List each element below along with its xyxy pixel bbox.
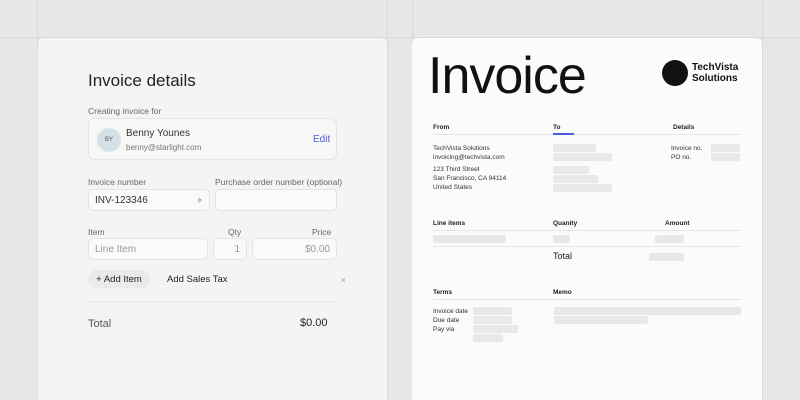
add-item-button[interactable]: + Add Item — [88, 270, 150, 288]
add-sales-tax-button[interactable]: Add Sales Tax — [167, 274, 228, 285]
placeholder-bar — [433, 235, 506, 243]
placeholder-bar — [711, 153, 740, 161]
details-heading: Details — [673, 124, 695, 131]
quantity-heading: Quanity — [553, 220, 578, 227]
divider — [433, 230, 741, 231]
placeholder-bar — [553, 144, 596, 152]
placeholder-bar — [473, 307, 512, 315]
avatar: BY — [97, 128, 121, 152]
po-no-label: PO no. — [671, 154, 692, 161]
total-value: $0.00 — [300, 317, 328, 329]
placeholder-bar — [655, 235, 684, 243]
client-email: benny@starlight.com — [126, 143, 202, 152]
divider — [433, 134, 741, 135]
qty-label: Qty — [228, 227, 242, 237]
divider — [433, 299, 741, 300]
placeholder-bar — [553, 235, 570, 243]
client-card: BY Benny Younes benny@starlight.com Edit — [88, 118, 337, 160]
amount-heading: Amount — [665, 220, 690, 227]
invoice-heading: Invoice — [428, 47, 587, 105]
remove-tax-icon[interactable]: × — [341, 276, 346, 285]
placeholder-bar — [553, 153, 612, 161]
invoice-number-input[interactable]: INV-123346 ✧ — [88, 189, 210, 211]
placeholder-bar — [553, 166, 589, 174]
form-title: Invoice details — [88, 71, 196, 90]
placeholder-bar — [553, 175, 598, 183]
company-logo: TechVista Solutions — [692, 62, 739, 84]
line-items-heading: Line items — [433, 220, 466, 227]
total-label: Total — [88, 318, 112, 330]
edit-client-button[interactable]: Edit — [313, 134, 330, 145]
invoice-no-label: Invoice no. — [671, 145, 703, 152]
placeholder-bar — [473, 325, 518, 333]
po-number-input[interactable] — [215, 189, 337, 211]
due-date-label: Due date — [433, 317, 460, 324]
item-label: Item — [88, 227, 105, 237]
from-address: TechVista Solutions invoicing@techvista.c… — [433, 145, 507, 191]
memo-heading: Memo — [553, 289, 572, 296]
invoice-number-value: INV-123346 — [95, 194, 148, 206]
logo-aperture-icon — [662, 60, 688, 86]
placeholder-bar — [554, 316, 648, 324]
invoice-form-panel: Invoice details Creating invoice for BY … — [38, 38, 387, 400]
preview-total-label: Total — [553, 251, 573, 261]
client-name: Benny Younes — [126, 128, 190, 139]
placeholder-bar — [554, 307, 741, 315]
qty-input[interactable]: 1 — [213, 238, 247, 260]
from-heading: From — [433, 124, 450, 131]
placeholder-bar — [711, 144, 740, 152]
placeholder-bar — [473, 334, 503, 342]
invoice-date-label: Invoice date — [433, 308, 469, 315]
pay-via-label: Pay via — [433, 326, 455, 333]
divider — [88, 301, 337, 302]
divider — [433, 246, 741, 247]
to-heading: To — [553, 124, 561, 131]
price-input[interactable]: $0.00 — [252, 238, 337, 260]
invoice-preview: Invoice TechVista Solutions From To Detai… — [412, 38, 762, 400]
placeholder-bar — [473, 316, 512, 324]
placeholder-bar — [553, 184, 612, 192]
sparkle-icon[interactable]: ✧ — [196, 196, 203, 205]
item-input[interactable]: Line Item — [88, 238, 208, 260]
po-label: Purchase order number (optional) — [215, 177, 343, 187]
client-label: Creating invoice for — [88, 106, 162, 116]
placeholder-bar — [649, 253, 684, 261]
terms-heading: Terms — [433, 289, 453, 296]
price-label: Price — [312, 227, 332, 237]
invoice-number-label: Invoice number — [88, 177, 147, 187]
to-active-indicator — [553, 133, 574, 135]
